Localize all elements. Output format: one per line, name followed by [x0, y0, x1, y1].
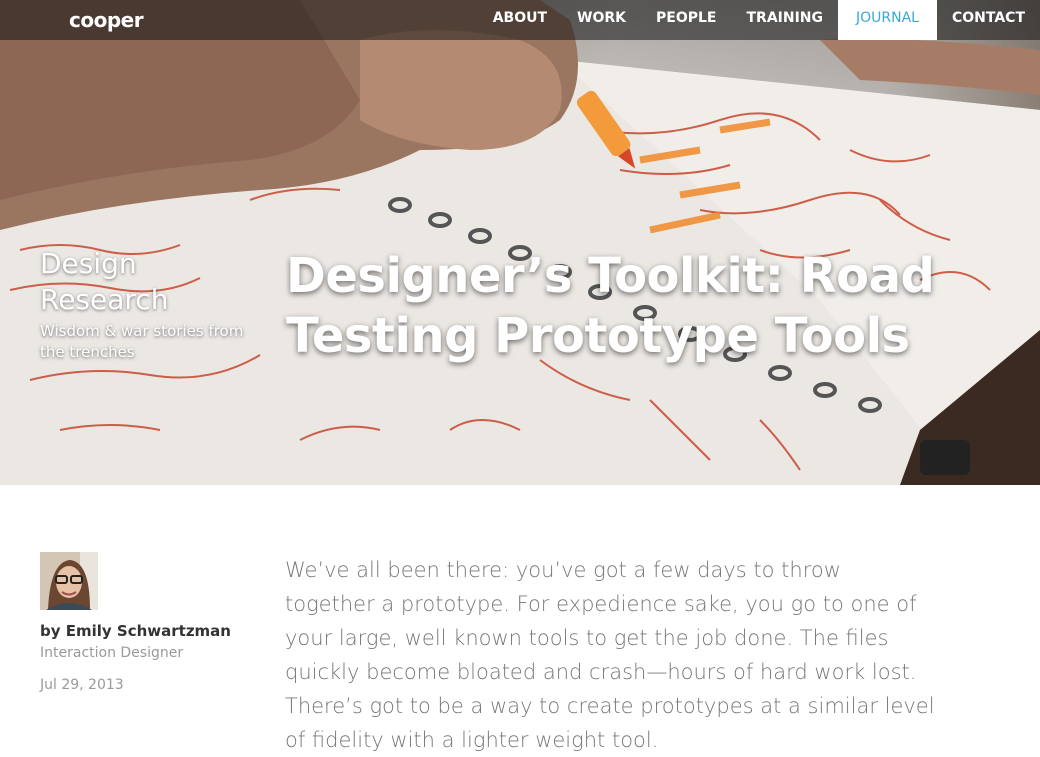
author-photo — [40, 552, 98, 610]
nav-item-journal[interactable]: JOURNAL — [838, 0, 937, 40]
author-role: Interaction Designer — [40, 645, 184, 661]
nav-item-contact[interactable]: CONTACT — [937, 0, 1040, 40]
category-subtitle: Wisdom & war stories from the trenches — [40, 322, 244, 361]
top-navigation: cooper ABOUT WORK PEOPLE TRAINING JOURNA… — [0, 0, 1040, 40]
main-menu: ABOUT WORK PEOPLE TRAINING JOURNAL CONTA… — [478, 0, 1040, 40]
author-avatar[interactable] — [40, 552, 98, 610]
cooper-logo[interactable]: cooper — [69, 8, 144, 32]
author-name[interactable]: by Emily Schwartzman — [40, 622, 231, 640]
article-intro: We’ve all been there: you’ve got a few d… — [285, 558, 935, 752]
hero-banner: cooper ABOUT WORK PEOPLE TRAINING JOURNA… — [0, 0, 1040, 485]
hero-photo — [0, 0, 1040, 485]
post-date: Jul 29, 2013 — [40, 677, 124, 693]
post-title: Designer’s Toolkit: Road Testing Prototy… — [286, 248, 935, 364]
nav-item-about[interactable]: ABOUT — [478, 0, 562, 40]
nav-item-people[interactable]: PEOPLE — [641, 0, 731, 40]
nav-item-training[interactable]: TRAINING — [731, 0, 838, 40]
category-title[interactable]: Design Research — [40, 246, 270, 318]
nav-item-work[interactable]: WORK — [562, 0, 641, 40]
